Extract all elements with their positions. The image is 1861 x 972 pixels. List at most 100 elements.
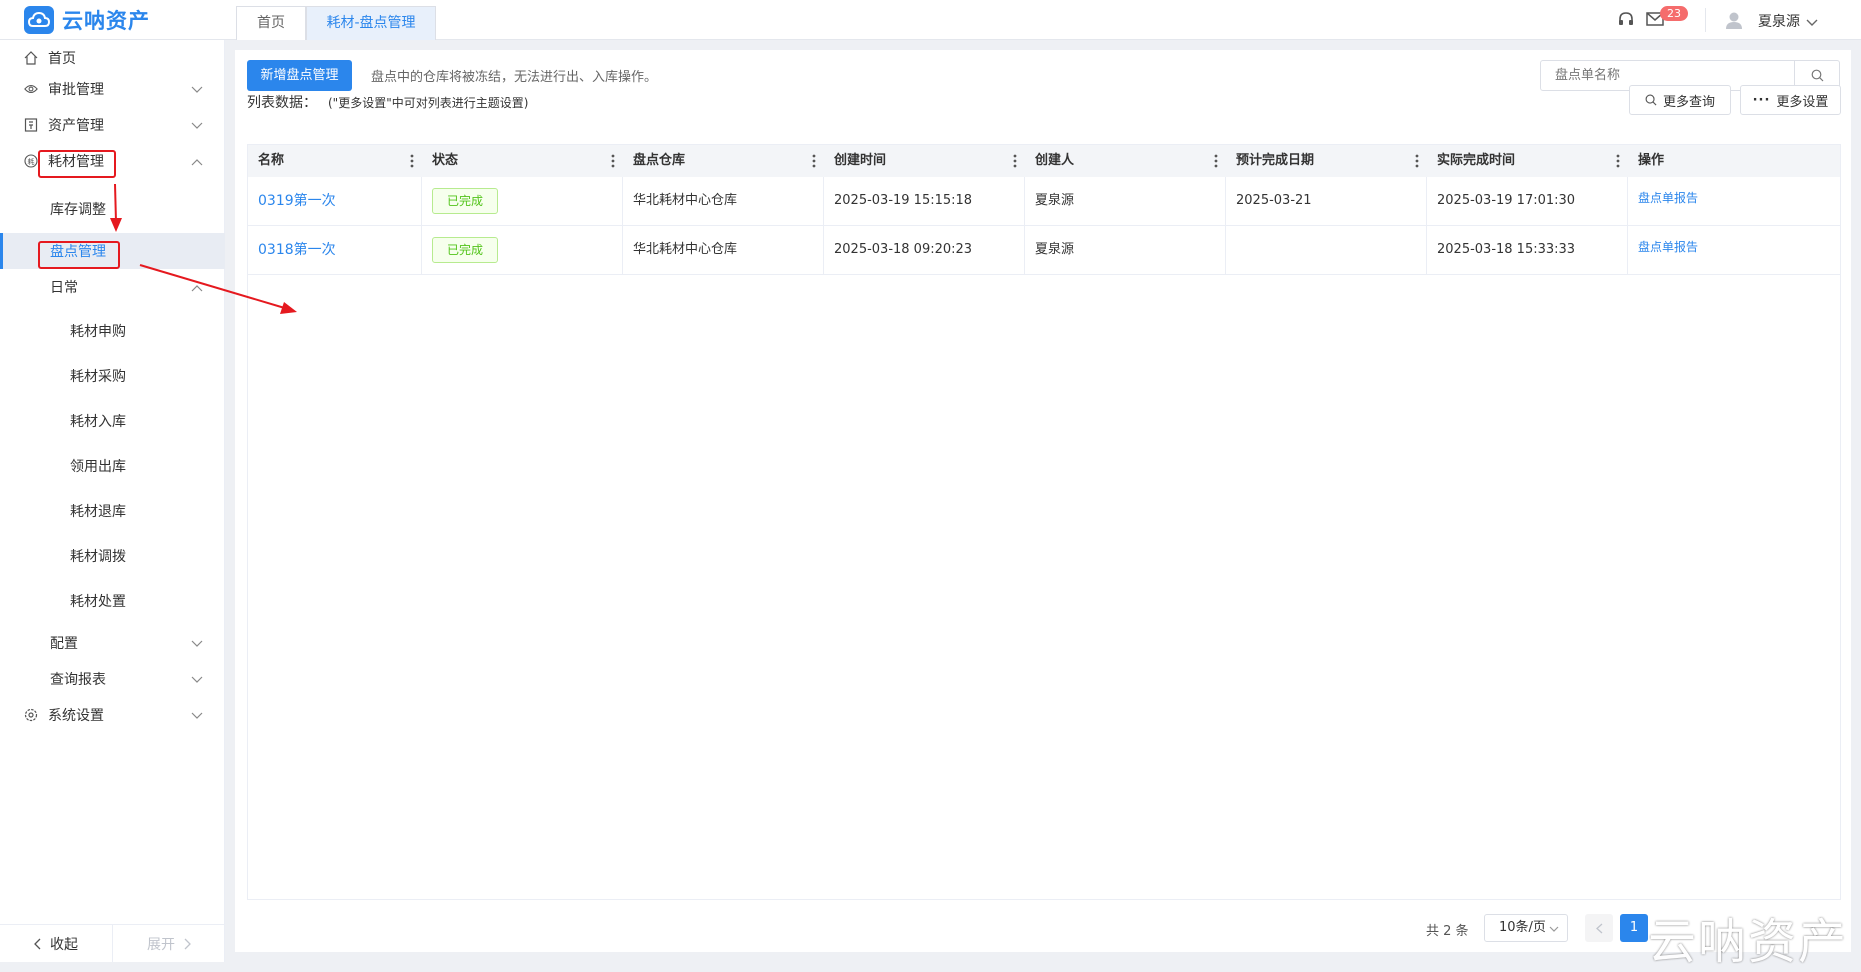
sidebar-item-config[interactable]: 配置 — [0, 625, 225, 661]
more-query-button[interactable]: 更多查询 — [1629, 85, 1731, 115]
sidebar-item-label: 查询报表 — [50, 672, 106, 688]
home-icon — [24, 51, 38, 65]
column-header[interactable]: 创建时间 — [824, 145, 1025, 177]
sidebar-item-purchase-request[interactable]: 耗材申购 — [0, 313, 225, 349]
app-logo[interactable]: 云呐资产 — [24, 6, 150, 34]
sidebar-item-label: 首页 — [48, 51, 76, 67]
total-count: 共 2 条 — [1426, 924, 1469, 939]
asset-icon — [24, 118, 38, 132]
annotation-box — [38, 150, 116, 178]
app-name: 云呐资产 — [62, 9, 150, 33]
pagination: 共 2 条 10条/页 1 — [235, 908, 1851, 952]
sidebar-item-label: 耗材入库 — [70, 414, 126, 430]
cell-created-time: 2025-03-18 09:20:23 — [824, 226, 1025, 274]
sidebar-item-label: 耗材申购 — [70, 324, 126, 340]
column-menu-icon — [1013, 154, 1017, 168]
sidebar-item-reports[interactable]: 查询报表 — [0, 661, 225, 697]
cell-actual-time: 2025-03-18 15:33:33 — [1427, 226, 1628, 274]
sidebar-item-label: 资产管理 — [48, 118, 104, 134]
page-size-select[interactable]: 10条/页 — [1484, 914, 1568, 942]
expand-label: 展开 — [147, 936, 175, 953]
search-icon — [1645, 94, 1657, 106]
column-header[interactable]: 状态 — [422, 145, 623, 177]
table-header: 名称 状态 盘点仓库 创建时间 创建人 预计完成日期 实际完成时间 操作 — [248, 145, 1840, 177]
gear-icon — [24, 708, 38, 722]
sidebar-item-issue-out[interactable]: 领用出库 — [0, 448, 225, 484]
column-header: 操作 — [1638, 153, 1665, 168]
sidebar-item-purchase[interactable]: 耗材采购 — [0, 358, 225, 394]
prev-page-button[interactable] — [1585, 914, 1613, 942]
sidebar-item-label: 日常 — [50, 280, 78, 296]
column-header[interactable]: 盘点仓库 — [623, 145, 824, 177]
sidebar-item-label: 耗材退库 — [70, 504, 126, 520]
column-header[interactable]: 实际完成时间 — [1427, 145, 1628, 177]
list-hint: ("更多设置"中可对列表进行主题设置) — [328, 96, 529, 110]
tab-inventory-check[interactable]: 耗材-盘点管理 — [306, 6, 436, 40]
sidebar-item-label: 耗材采购 — [70, 369, 126, 385]
sidebar-item-return[interactable]: 耗材退库 — [0, 493, 225, 529]
collapse-button[interactable]: 收起 — [0, 925, 113, 962]
cell-name: 0318第一次 — [248, 226, 422, 274]
column-menu-icon — [611, 154, 615, 168]
more-settings-button[interactable]: ··· 更多设置 — [1740, 85, 1841, 115]
table-row[interactable]: 0318第一次 已完成 华北耗材中心仓库 2025-03-18 09:20:23… — [248, 226, 1840, 275]
new-inventory-check-button[interactable]: 新增盘点管理 — [247, 60, 352, 91]
record-link[interactable]: 0318第一次 — [258, 242, 336, 258]
chevron-down-icon — [191, 708, 205, 722]
cell-actual-time: 2025-03-19 17:01:30 — [1427, 177, 1628, 225]
column-header[interactable]: 创建人 — [1025, 145, 1226, 177]
sidebar-item-stock-in[interactable]: 耗材入库 — [0, 403, 225, 439]
freeze-notice: 盘点中的仓库将被冻结，无法进行出、入库操作。 — [371, 70, 658, 85]
consumable-icon: 耗 — [24, 154, 38, 168]
record-link[interactable]: 0319第一次 — [258, 193, 336, 209]
sidebar-item-label: 领用出库 — [70, 459, 126, 475]
chevron-down-icon — [191, 82, 205, 96]
cell-created-time: 2025-03-19 15:15:18 — [824, 177, 1025, 225]
page-size-value: 10条/页 — [1499, 920, 1546, 935]
sidebar-item-label: 库存调整 — [50, 202, 106, 218]
table-row[interactable]: 0319第一次 已完成 华北耗材中心仓库 2025-03-19 15:15:18… — [248, 177, 1840, 226]
sidebar-item-label: 耗材调拨 — [70, 549, 126, 565]
cell-status: 已完成 — [422, 177, 623, 225]
tab-home[interactable]: 首页 — [236, 6, 306, 40]
cell-creator: 夏泉源 — [1025, 177, 1226, 225]
sidebar: 首页 审批管理 资产管理 耗 耗材管理 库存调整 盘点管理 日常 耗材申购 耗材… — [0, 40, 225, 962]
report-link[interactable]: 盘点单报告 — [1638, 240, 1698, 254]
sidebar-footer: 收起 展开 — [0, 924, 225, 962]
cell-name: 0319第一次 — [248, 177, 422, 225]
sidebar-item-approval[interactable]: 审批管理 — [0, 71, 225, 107]
eye-icon — [24, 82, 38, 96]
column-header[interactable]: 名称 — [248, 145, 422, 177]
user-avatar-icon[interactable] — [1724, 10, 1744, 30]
sidebar-item-assets[interactable]: 资产管理 — [0, 107, 225, 143]
chevron-left-icon — [34, 938, 41, 949]
cell-planned-date — [1226, 226, 1427, 274]
user-name[interactable]: 夏泉源 — [1758, 11, 1800, 31]
cell-creator: 夏泉源 — [1025, 226, 1226, 274]
sidebar-item-label: 系统设置 — [48, 708, 104, 724]
cell-status: 已完成 — [422, 226, 623, 274]
chevron-down-icon — [191, 672, 205, 686]
more-dots-icon: ··· — [1752, 92, 1771, 108]
sidebar-item-label: 配置 — [50, 636, 78, 652]
chevron-up-icon — [191, 154, 205, 168]
main-panel: 新增盘点管理 盘点中的仓库将被冻结，无法进行出、入库操作。 列表数据： ("更多… — [235, 50, 1851, 952]
chevron-down-icon[interactable] — [1806, 15, 1818, 26]
sidebar-item-system-settings[interactable]: 系统设置 — [0, 697, 225, 733]
chevron-up-icon — [191, 280, 205, 294]
column-header[interactable]: 预计完成日期 — [1226, 145, 1427, 177]
sidebar-item-daily[interactable]: 日常 — [0, 269, 225, 305]
sidebar-item-disposal[interactable]: 耗材处置 — [0, 583, 225, 619]
column-menu-icon — [410, 154, 414, 168]
list-title: 列表数据： — [247, 95, 317, 111]
sidebar-item-stock-adjust[interactable]: 库存调整 — [0, 191, 225, 227]
expand-button[interactable]: 展开 — [113, 925, 225, 962]
report-link[interactable]: 盘点单报告 — [1638, 191, 1698, 205]
sidebar-item-transfer[interactable]: 耗材调拨 — [0, 538, 225, 574]
headset-support-icon[interactable] — [1617, 11, 1635, 29]
sidebar-item-label: 审批管理 — [48, 82, 104, 98]
column-menu-icon — [812, 154, 816, 168]
status-badge: 已完成 — [432, 187, 499, 214]
page-number-current[interactable]: 1 — [1620, 914, 1648, 942]
annotation-box — [38, 241, 120, 269]
